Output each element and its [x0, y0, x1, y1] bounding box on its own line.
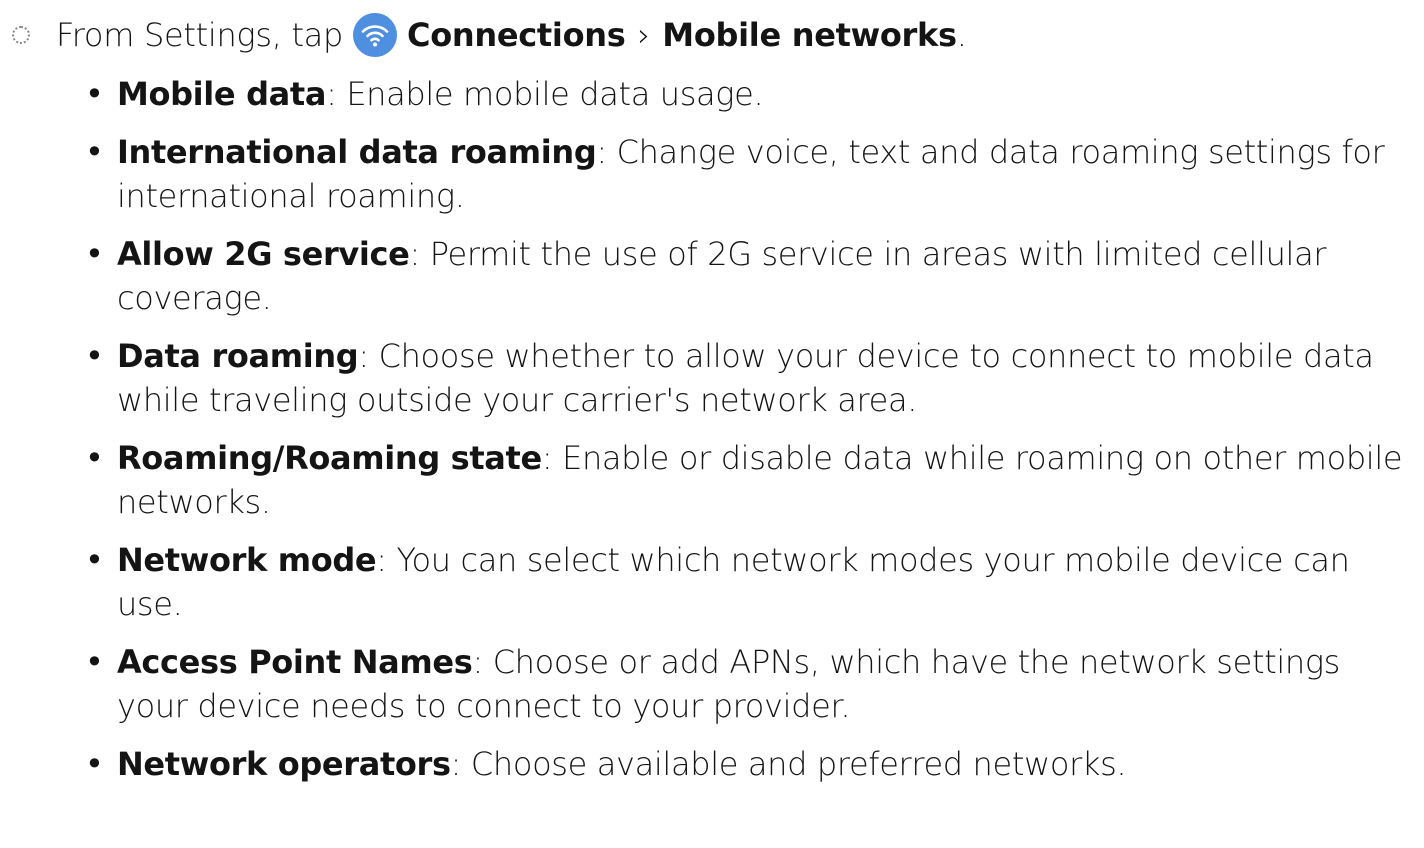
option-description: : Enable mobile data usage.	[326, 75, 764, 113]
bullet: •	[85, 745, 104, 783]
list-item: • Access Point Names: Choose or add APNs,…	[0, 640, 1424, 728]
bullet: •	[85, 75, 104, 113]
settings-option-list: • Mobile data: Enable mobile data usage. …	[0, 72, 1424, 800]
step-prefix: From Settings, tap	[56, 16, 344, 54]
step-suffix: .	[956, 16, 967, 54]
bullet: •	[85, 337, 104, 375]
bullet: •	[85, 235, 104, 273]
list-item: • Network mode: You can select which netw…	[0, 538, 1424, 626]
option-term: Mobile data	[117, 75, 327, 113]
connections-label: Connections	[407, 16, 626, 54]
option-term: Access Point Names	[117, 643, 473, 681]
mobile-networks-label: Mobile networks	[662, 16, 957, 54]
list-item: • International data roaming: Change voic…	[0, 130, 1424, 218]
breadcrumb-separator: ›	[637, 16, 651, 54]
step-instruction: From Settings, tap Connections › Mobile …	[0, 10, 1424, 60]
option-term: Allow 2G service	[117, 235, 410, 273]
option-term: Roaming/Roaming state	[117, 439, 542, 477]
list-item: • Data roaming: Choose whether to allow y…	[0, 334, 1424, 422]
list-item: • Roaming/Roaming state: Enable or disabl…	[0, 436, 1424, 524]
bullet: •	[85, 439, 104, 477]
step-marker-icon	[12, 26, 30, 44]
bullet: •	[85, 541, 104, 579]
wifi-icon	[353, 13, 398, 57]
list-item: • Allow 2G service: Permit the use of 2G …	[0, 232, 1424, 320]
option-term: Data roaming	[117, 337, 359, 375]
option-term: Network operators	[117, 745, 451, 783]
option-term: Network mode	[117, 541, 377, 579]
list-item: • Mobile data: Enable mobile data usage.	[0, 72, 1424, 116]
option-term: International data roaming	[117, 133, 597, 171]
bullet: •	[85, 133, 104, 171]
option-description: : Choose available and preferred network…	[450, 745, 1127, 783]
list-item: • Network operators: Choose available and…	[0, 742, 1424, 786]
bullet: •	[85, 643, 104, 681]
